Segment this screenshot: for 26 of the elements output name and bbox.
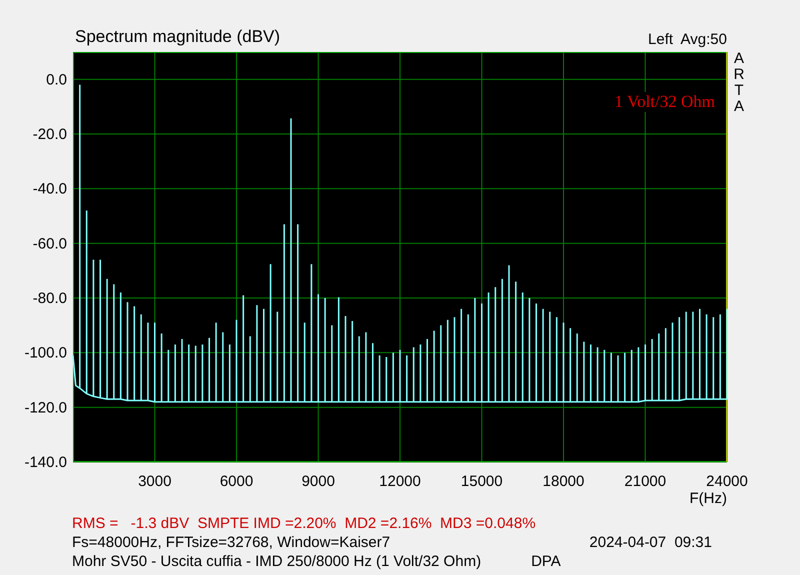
description-text: Mohr SV50 - Uscita cuffia - IMD 250/8000 Hz (1 Volt/32 Ohm) (72, 552, 482, 571)
vertical-label: ARTA (734, 50, 744, 115)
measurement-readout: RMS = -1.3 dBV SMPTE IMD =2.20% MD2 =2.16% MD3 =0.048% (72, 515, 536, 532)
x-tick-label: 24000 (706, 473, 748, 490)
y-tick-label: -20.0 (32, 126, 67, 143)
author-label: DPA (531, 552, 561, 571)
x-tick-label: 15000 (460, 473, 503, 490)
x-tick-label: 18000 (542, 473, 584, 490)
settings-text: Fs=48000Hz, FFTsize=32768, Window=Kaiser7 (72, 533, 390, 552)
chart-title: Spectrum magnitude (dBV) (75, 26, 280, 48)
x-tick-label: 9000 (302, 473, 335, 490)
y-tick-label: -80.0 (32, 290, 67, 307)
x-tick-label: 21000 (624, 473, 666, 490)
timestamp: 2024-04-07 09:31 (589, 533, 712, 552)
y-tick-label: -40.0 (32, 180, 67, 198)
x-tick-label: 6000 (220, 473, 254, 490)
x-tick-label: 12000 (379, 473, 421, 490)
y-tick-label: -140.0 (24, 454, 67, 471)
y-tick-label: -100.0 (24, 344, 67, 362)
y-tick-label: -120.0 (24, 399, 67, 416)
y-tick-label: -60.0 (32, 235, 67, 252)
y-tick-label: 0.0 (46, 71, 67, 88)
annotation-label: 1 Volt/32 Ohm (614, 92, 715, 112)
x-tick-label: 3000 (138, 473, 172, 490)
channel-info: Left Avg:50 (648, 30, 727, 50)
x-axis-label: F(Hz) (690, 490, 727, 507)
